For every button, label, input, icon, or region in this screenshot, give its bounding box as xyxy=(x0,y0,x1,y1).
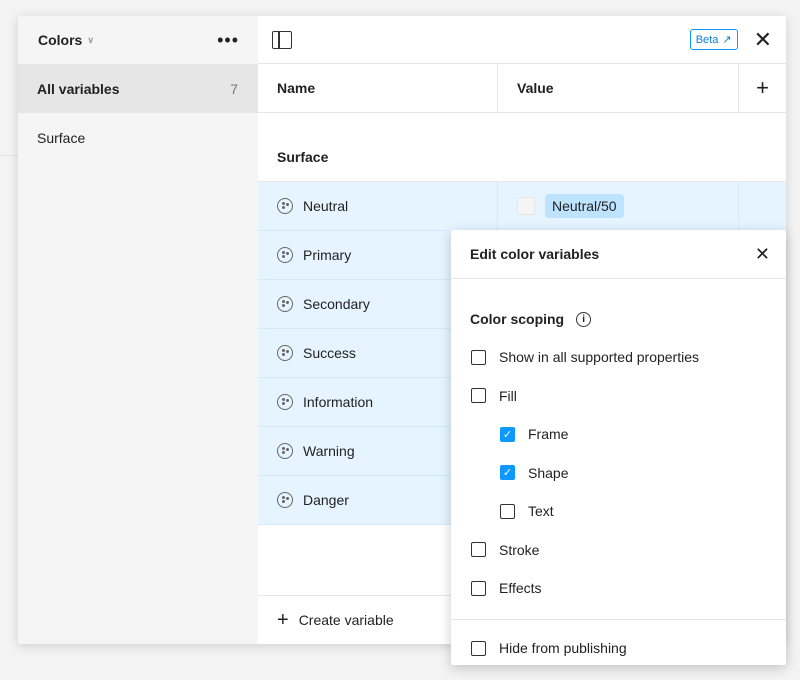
info-icon[interactable]: i xyxy=(576,311,592,327)
checkbox-icon xyxy=(471,349,486,365)
group-label: Surface xyxy=(258,113,786,182)
collection-title: Colors xyxy=(38,32,83,48)
beta-badge[interactable]: Beta ↗ xyxy=(689,29,738,50)
palette-icon xyxy=(277,345,293,361)
collection-dropdown[interactable]: Colors ∨ xyxy=(38,32,94,48)
checkmark-icon: ✓ xyxy=(500,426,515,442)
scope-checkbox-frame[interactable]: ✓ Frame xyxy=(451,415,786,454)
scope-checkbox-effects[interactable]: Effects xyxy=(451,569,786,608)
checkbox-label: Shape xyxy=(528,464,569,481)
external-link-icon: ↗ xyxy=(722,34,732,46)
background-divider xyxy=(0,155,18,156)
scope-checkbox-text[interactable]: Text xyxy=(451,492,786,531)
palette-icon xyxy=(277,394,293,410)
sidebar-item-all-variables[interactable]: All variables 7 xyxy=(18,64,258,113)
table-row[interactable]: Neutral Neutral/50 xyxy=(258,182,786,231)
sidebar-item-label: All variables xyxy=(37,80,120,97)
checkbox-icon xyxy=(471,640,486,656)
scope-checkbox-fill[interactable]: Fill xyxy=(451,377,786,416)
checkbox-label: Hide from publishing xyxy=(499,640,627,656)
checkbox-label: Fill xyxy=(499,387,517,404)
scope-checkbox-shape[interactable]: ✓ Shape xyxy=(451,454,786,493)
checkmark-icon: ✓ xyxy=(500,465,515,481)
close-icon[interactable]: ✕ xyxy=(755,245,770,263)
beta-label: Beta xyxy=(695,33,719,46)
extra-cell xyxy=(739,182,786,230)
variable-count: 7 xyxy=(230,80,238,97)
checkbox-label: Show in all supported properties xyxy=(499,349,700,366)
scope-checkbox-stroke[interactable]: Stroke xyxy=(451,531,786,570)
variable-name: Primary xyxy=(303,247,352,263)
edit-color-variables-popup: Edit color variables ✕ Color scoping i Sho… xyxy=(451,230,786,665)
close-icon[interactable]: ✕ xyxy=(754,28,772,51)
chevron-down-icon: ∨ xyxy=(87,34,94,45)
sidebar-item-label: Surface xyxy=(37,129,86,146)
create-variable-label: Create variable xyxy=(298,612,394,628)
plus-icon: + xyxy=(277,608,289,631)
variable-name: Neutral xyxy=(303,198,349,214)
hide-from-publishing-checkbox[interactable]: Hide from publishing xyxy=(451,618,786,677)
palette-icon xyxy=(277,247,293,263)
scope-checkbox-show-in-all-supported-properties[interactable]: Show in all supported properties xyxy=(451,338,786,377)
value-cell[interactable]: Neutral/50 xyxy=(498,182,739,230)
checkbox-label: Frame xyxy=(528,426,569,443)
palette-icon xyxy=(277,492,293,508)
toggle-sidebar-icon[interactable] xyxy=(272,30,292,49)
scoping-heading: Color scoping xyxy=(470,311,565,327)
variable-name: Success xyxy=(303,345,356,361)
checkbox-icon xyxy=(471,542,486,558)
checkbox-label: Effects xyxy=(499,580,542,597)
sidebar: Colors ∨ ••• All variables 7 Surface xyxy=(18,16,258,644)
palette-icon xyxy=(277,296,293,312)
table-header: Name Value + xyxy=(258,64,786,113)
palette-icon xyxy=(277,443,293,459)
column-header-value: Value xyxy=(498,64,739,112)
column-header-name: Name xyxy=(258,64,498,112)
palette-icon xyxy=(277,198,293,214)
popup-title: Edit color variables xyxy=(470,246,600,262)
checkbox-icon xyxy=(500,503,515,519)
add-mode-button[interactable]: + xyxy=(739,64,786,112)
sidebar-item-surface[interactable]: Surface xyxy=(18,113,258,162)
variable-name: Secondary xyxy=(303,296,370,312)
variable-name: Information xyxy=(303,394,374,410)
checkbox-label: Stroke xyxy=(499,541,540,558)
value-alias-pill[interactable]: Neutral/50 xyxy=(545,194,624,218)
checkbox-icon xyxy=(471,388,486,404)
color-swatch xyxy=(517,197,535,215)
variable-name: Warning xyxy=(303,443,355,459)
checkbox-label: Text xyxy=(528,503,554,520)
checkbox-icon xyxy=(471,580,486,596)
more-options-icon[interactable]: ••• xyxy=(217,31,239,49)
variable-name: Danger xyxy=(303,492,349,508)
